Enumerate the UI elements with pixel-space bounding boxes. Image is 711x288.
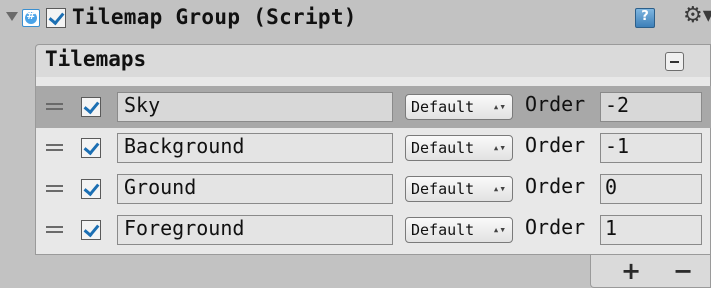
tilemap-name-field[interactable]: Sky bbox=[117, 92, 393, 122]
order-field[interactable]: -2 bbox=[600, 92, 702, 122]
item-enabled-checkbox[interactable] bbox=[81, 220, 101, 240]
sorting-layer-value: Default bbox=[411, 180, 475, 198]
order-field[interactable]: 0 bbox=[600, 174, 702, 204]
order-field[interactable]: 1 bbox=[600, 215, 702, 245]
tilemap-name-field[interactable]: Foreground bbox=[117, 215, 393, 245]
list-header-label: Tilemaps bbox=[45, 47, 147, 71]
checkmark-icon bbox=[48, 8, 65, 26]
dropdown-arrows-icon: ▴▾ bbox=[492, 100, 506, 113]
remove-item-button[interactable]: − bbox=[673, 257, 693, 285]
checkmark-icon bbox=[83, 97, 100, 115]
list-footer: + − bbox=[590, 255, 711, 288]
dropdown-arrows-icon: ▴▾ bbox=[492, 141, 506, 154]
component-title[interactable]: Tilemap Group (Script) bbox=[72, 5, 357, 29]
order-label: Order bbox=[525, 174, 586, 198]
list-item[interactable]: Sky Default ▴▾ Order -2 bbox=[36, 86, 711, 128]
drag-handle-icon[interactable] bbox=[46, 143, 63, 153]
sorting-layer-dropdown[interactable]: Default ▴▾ bbox=[405, 135, 513, 161]
sorting-layer-value: Default bbox=[411, 98, 475, 116]
help-icon[interactable] bbox=[635, 8, 655, 28]
list-item[interactable]: Ground Default ▴▾ Order 0 bbox=[36, 168, 711, 210]
collapse-button[interactable] bbox=[665, 52, 684, 71]
dropdown-arrows-icon: ▴▾ bbox=[492, 182, 506, 195]
item-enabled-checkbox[interactable] bbox=[81, 97, 101, 117]
order-field[interactable]: -1 bbox=[600, 133, 702, 163]
item-enabled-checkbox[interactable] bbox=[81, 138, 101, 158]
sorting-layer-value: Default bbox=[411, 221, 475, 239]
checkmark-icon bbox=[83, 220, 100, 238]
script-icon bbox=[22, 9, 40, 27]
component-enabled-checkbox[interactable] bbox=[46, 8, 66, 28]
drag-handle-icon[interactable] bbox=[46, 184, 63, 194]
sorting-layer-dropdown[interactable]: Default ▴▾ bbox=[405, 217, 513, 243]
sorting-layer-value: Default bbox=[411, 139, 475, 157]
gear-icon[interactable]: ⚙▾ bbox=[683, 3, 711, 29]
item-enabled-checkbox[interactable] bbox=[81, 179, 101, 199]
sorting-layer-dropdown[interactable]: Default ▴▾ bbox=[405, 176, 513, 202]
drag-handle-icon[interactable] bbox=[46, 102, 63, 112]
order-label: Order bbox=[525, 92, 586, 116]
drag-handle-icon[interactable] bbox=[46, 225, 63, 235]
checkmark-icon bbox=[83, 179, 100, 197]
order-label: Order bbox=[525, 215, 586, 239]
tilemap-name-field[interactable]: Background bbox=[117, 133, 393, 163]
checkmark-icon bbox=[83, 138, 100, 156]
tilemap-name-field[interactable]: Ground bbox=[117, 174, 393, 204]
list-item[interactable]: Foreground Default ▴▾ Order 1 bbox=[36, 209, 711, 251]
add-item-button[interactable]: + bbox=[621, 257, 641, 285]
list-item[interactable]: Background Default ▴▾ Order -1 bbox=[36, 127, 711, 169]
foldout-arrow-icon[interactable] bbox=[6, 12, 18, 21]
sorting-layer-dropdown[interactable]: Default ▴▾ bbox=[405, 94, 513, 120]
order-label: Order bbox=[525, 133, 586, 157]
dropdown-arrows-icon: ▴▾ bbox=[492, 223, 506, 236]
